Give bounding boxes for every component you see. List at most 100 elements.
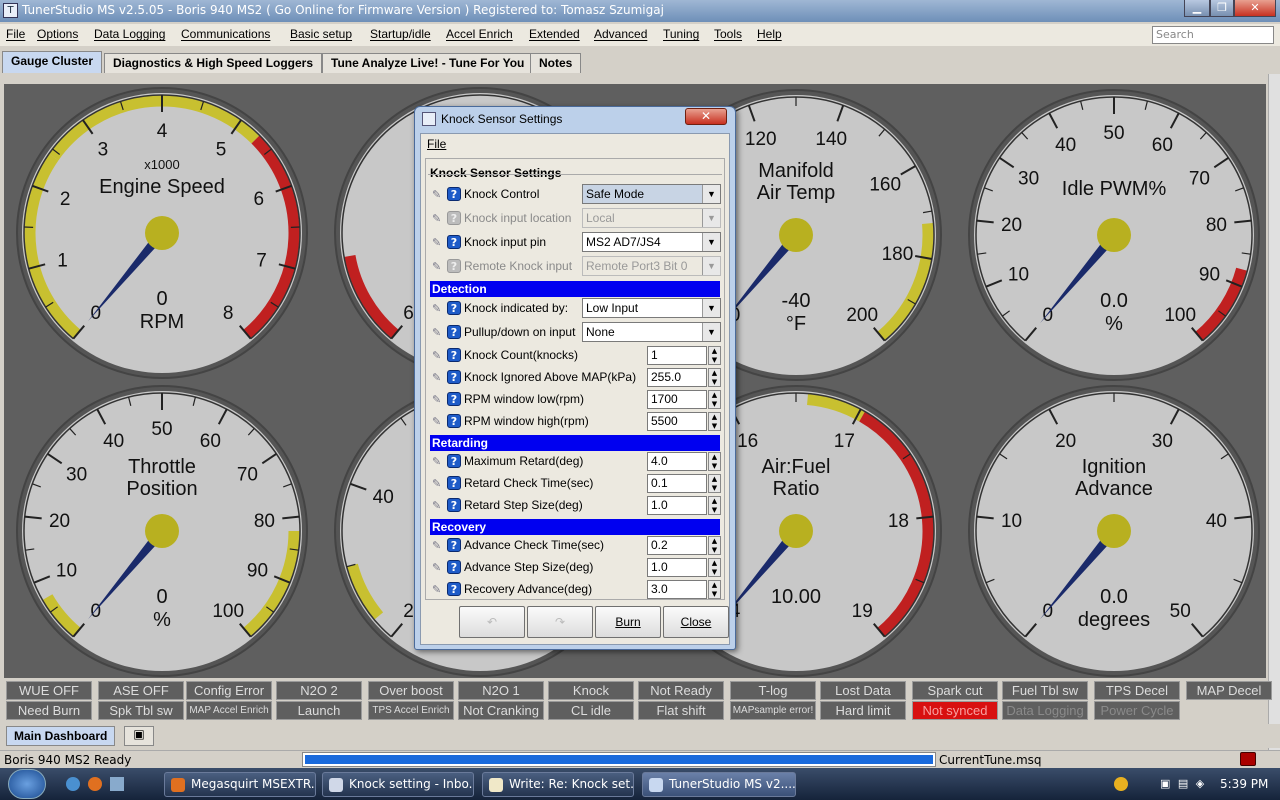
help-icon[interactable]: ?	[447, 235, 461, 249]
help-icon[interactable]: ?	[447, 476, 461, 490]
app-icon: T	[3, 3, 18, 18]
gauge: 012345678Engine Speedx10000RPM	[16, 87, 308, 379]
row-recovery-advance: ✎ ? Recovery Advance(deg) 3.0 ▲ ▼	[430, 579, 724, 599]
maximum-retard-field[interactable]: 4.0	[647, 452, 707, 471]
task-megasquirt[interactable]: Megasquirt MSEXTR...	[164, 772, 316, 797]
tab-tune-analyze[interactable]: Tune Analyze Live! - Tune For You	[322, 53, 534, 73]
explorer-icon[interactable]	[110, 777, 124, 791]
gauge-tick-label: 60	[200, 431, 221, 452]
menu-file[interactable]: File	[6, 27, 25, 41]
gauge-tick-label: 80	[1206, 215, 1227, 236]
gauge-unit: °F	[786, 313, 806, 335]
burn-button[interactable]: Burn	[595, 606, 661, 638]
chevron-down-icon: ▼	[702, 233, 720, 251]
spinner-icon[interactable]: ▲ ▼	[708, 474, 721, 493]
dialog-body: File Knock Sensor Settings ✎ ? Knock Con…	[420, 133, 730, 645]
task-write-reply[interactable]: Write: Re: Knock set...	[482, 772, 634, 797]
help-icon[interactable]: ?	[447, 392, 461, 406]
spinner-icon[interactable]: ▲ ▼	[708, 412, 721, 431]
rpm-window-low-field[interactable]: 1700	[647, 390, 707, 409]
help-icon[interactable]: ?	[447, 414, 461, 428]
tray-icon[interactable]	[1114, 777, 1128, 791]
menu-data-logging[interactable]: Data Logging	[94, 27, 165, 41]
advance-check-time-field[interactable]: 0.2	[647, 536, 707, 555]
help-icon[interactable]: ?	[447, 538, 461, 552]
retard-check-time-field[interactable]: 0.1	[647, 474, 707, 493]
spinner-icon[interactable]: ▲ ▼	[708, 452, 721, 471]
rpm-window-high-field[interactable]: 5500	[647, 412, 707, 431]
knock-ignored-map-field[interactable]: 255.0	[647, 368, 707, 387]
menu-tools[interactable]: Tools	[714, 27, 742, 41]
close-window-button[interactable]: ✕	[1234, 0, 1276, 17]
search-input[interactable]: Search	[1152, 26, 1274, 44]
gauge-tick-label: 30	[66, 464, 87, 485]
scrollbar[interactable]	[1268, 74, 1280, 764]
gauge-tick-label: 30	[1152, 431, 1173, 452]
show-desktop-icon[interactable]	[66, 777, 80, 791]
gauge-title: Throttle	[128, 456, 196, 478]
knock-control-select[interactable]: Safe Mode ▼	[582, 184, 721, 204]
menu-extended[interactable]: Extended	[529, 27, 580, 41]
tab-notes[interactable]: Notes	[530, 53, 582, 73]
start-button[interactable]	[8, 769, 46, 799]
section-retarding: Retarding	[430, 435, 720, 451]
indicator-n2o-2: N2O 2	[276, 681, 362, 700]
knock-count-field[interactable]: 1	[647, 346, 707, 365]
retard-step-size-field[interactable]: 1.0	[647, 496, 707, 515]
help-icon[interactable]: ?	[447, 301, 461, 315]
gauge-title: Position	[126, 478, 197, 500]
advance-step-size-field[interactable]: 1.0	[647, 558, 707, 577]
help-icon[interactable]: ?	[447, 348, 461, 362]
firefox-icon[interactable]	[88, 777, 102, 791]
gauge-value: 0	[156, 586, 167, 608]
firefox-icon	[171, 778, 185, 792]
recovery-advance-field[interactable]: 3.0	[647, 580, 707, 599]
spinner-icon[interactable]: ▲ ▼	[708, 390, 721, 409]
menu-advanced[interactable]: Advanced	[594, 27, 647, 41]
spinner-icon[interactable]: ▲ ▼	[708, 368, 721, 387]
spinner-icon[interactable]: ▲ ▼	[708, 558, 721, 577]
menu-help[interactable]: Help	[757, 27, 782, 41]
dialog-menu-file[interactable]: File	[421, 134, 729, 154]
row-knock-input-pin: ✎ ? Knock input pin MS2 AD7/JS4 ▼	[430, 232, 724, 252]
menu-options[interactable]: Options	[37, 27, 78, 41]
task-tunerstudio[interactable]: TunerStudio MS v2....	[642, 772, 796, 797]
knock-input-pin-select[interactable]: MS2 AD7/JS4 ▼	[582, 232, 721, 252]
help-icon[interactable]: ?	[447, 498, 461, 512]
menu-basic-setup[interactable]: Basic setup	[290, 27, 352, 41]
spinner-icon[interactable]: ▲ ▼	[708, 536, 721, 555]
close-button[interactable]: Close	[663, 606, 729, 638]
new-dashboard-icon[interactable]: ▣	[124, 726, 154, 746]
menu-communications[interactable]: Communications	[181, 27, 270, 41]
tab-gauge-cluster[interactable]: Gauge Cluster	[2, 51, 103, 73]
tray-icons[interactable]: ▣ ▤ ◈	[1160, 777, 1214, 791]
help-icon[interactable]: ?	[447, 370, 461, 384]
menu-tuning[interactable]: Tuning	[663, 27, 699, 41]
spinner-icon[interactable]: ▲ ▼	[708, 496, 721, 515]
dialog-close-icon[interactable]: ✕	[685, 108, 727, 125]
spinner-icon[interactable]: ▲ ▼	[708, 346, 721, 365]
pullup-select[interactable]: None ▼	[582, 322, 721, 342]
menu-startup-idle[interactable]: Startup/idle	[370, 27, 431, 41]
indicator-t-log: T-log	[730, 681, 816, 700]
gauge-title: Ratio	[773, 478, 820, 500]
help-icon[interactable]: ?	[447, 325, 461, 339]
edit-icon: ✎	[432, 455, 442, 468]
minimize-button[interactable]: ▁	[1184, 0, 1210, 17]
help-icon[interactable]: ?	[447, 187, 461, 201]
gauge-tick-label: 50	[151, 419, 172, 440]
help-icon[interactable]: ?	[447, 454, 461, 468]
row-knock-input-location: ✎ ? Knock input location Local ▼	[430, 208, 724, 228]
menu-accel-enrich[interactable]: Accel Enrich	[446, 27, 513, 41]
tab-main-dashboard[interactable]: Main Dashboard	[6, 726, 116, 746]
mail-icon	[329, 778, 343, 792]
help-icon[interactable]: ?	[447, 560, 461, 574]
help-icon[interactable]: ?	[447, 582, 461, 596]
indicator-tps-decel: TPS Decel	[1094, 681, 1180, 700]
task-knock-setting[interactable]: Knock setting - Inbo...	[322, 772, 474, 797]
maximize-button[interactable]: ❐	[1210, 0, 1234, 17]
spinner-icon[interactable]: ▲ ▼	[708, 580, 721, 599]
gauge-title: Ignition	[1082, 456, 1147, 478]
knock-indicated-select[interactable]: Low Input ▼	[582, 298, 721, 318]
tab-diagnostics[interactable]: Diagnostics & High Speed Loggers	[104, 53, 323, 73]
